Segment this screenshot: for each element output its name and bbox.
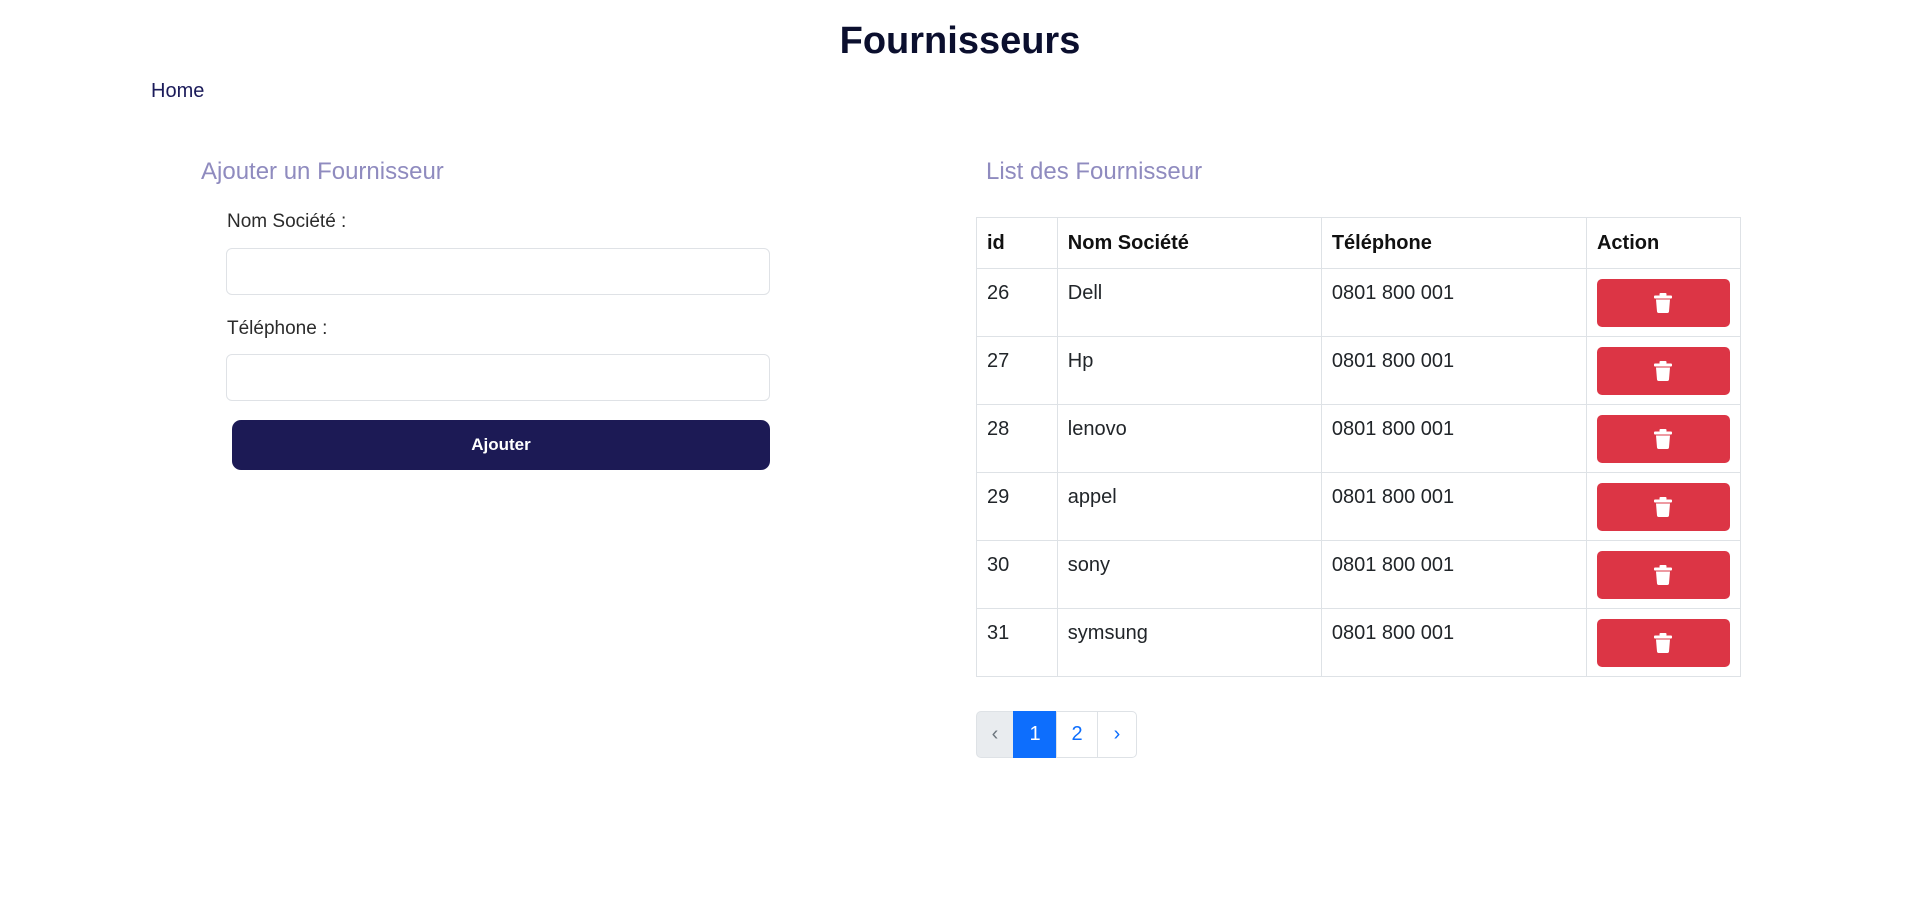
table-row: 29 appel 0801 800 001 — [976, 472, 1742, 541]
cell-phone: 0801 800 001 — [1320, 268, 1587, 337]
pagination-next[interactable]: › — [1097, 711, 1137, 758]
cell-id: 27 — [976, 336, 1058, 405]
pagination-page-1[interactable]: 1 — [1013, 711, 1057, 758]
cell-action — [1585, 540, 1742, 609]
table-row: 26 Dell 0801 800 001 — [976, 268, 1742, 337]
cell-id: 26 — [976, 268, 1058, 337]
cell-id: 30 — [976, 540, 1058, 609]
cell-action — [1585, 608, 1742, 677]
phone-label: Téléphone : — [227, 318, 328, 339]
trash-icon — [1654, 293, 1673, 313]
delete-button[interactable] — [1596, 415, 1730, 463]
cell-action — [1585, 472, 1742, 541]
table-header-row: id Nom Société Téléphone Action — [976, 217, 1742, 269]
column-header-phone: Téléphone — [1320, 217, 1587, 269]
page-title: Fournisseurs — [839, 20, 1081, 62]
pagination: ‹ 1 2 › — [976, 711, 1137, 758]
column-header-id: id — [976, 217, 1058, 269]
cell-id: 29 — [976, 472, 1058, 541]
trash-icon — [1654, 429, 1673, 449]
cell-phone: 0801 800 001 — [1320, 608, 1587, 677]
cell-company-name: Hp — [1056, 336, 1322, 405]
cell-id: 28 — [976, 404, 1058, 473]
table-row: 31 symsung 0801 800 001 — [976, 608, 1742, 677]
cell-phone: 0801 800 001 — [1320, 336, 1587, 405]
trash-icon — [1654, 633, 1673, 653]
phone-input[interactable] — [226, 354, 770, 401]
cell-company-name: symsung — [1056, 608, 1322, 677]
cell-phone: 0801 800 001 — [1320, 404, 1587, 473]
supplier-list-title: List des Fournisseur — [986, 158, 1203, 185]
home-link[interactable]: Home — [151, 80, 204, 103]
delete-button[interactable] — [1596, 483, 1730, 531]
add-supplier-title: Ajouter un Fournisseur — [201, 158, 444, 185]
cell-id: 31 — [976, 608, 1058, 677]
cell-company-name: appel — [1056, 472, 1322, 541]
cell-phone: 0801 800 001 — [1320, 540, 1587, 609]
delete-button[interactable] — [1596, 551, 1730, 599]
table-row: 30 sony 0801 800 001 — [976, 540, 1742, 609]
delete-button[interactable] — [1596, 347, 1730, 395]
trash-icon — [1654, 565, 1673, 585]
trash-icon — [1654, 497, 1673, 517]
company-name-input[interactable] — [226, 248, 770, 295]
column-header-action: Action — [1585, 217, 1742, 269]
company-name-label: Nom Société : — [227, 211, 347, 232]
cell-company-name: lenovo — [1056, 404, 1322, 473]
add-supplier-button[interactable]: Ajouter — [232, 420, 770, 470]
cell-action — [1585, 404, 1742, 473]
column-header-company-name: Nom Société — [1056, 217, 1322, 269]
delete-button[interactable] — [1596, 279, 1730, 327]
table-row: 27 Hp 0801 800 001 — [976, 336, 1742, 405]
cell-company-name: sony — [1056, 540, 1322, 609]
table-row: 28 lenovo 0801 800 001 — [976, 404, 1742, 473]
cell-action — [1585, 268, 1742, 337]
supplier-table: id Nom Société Téléphone Action 26 Dell 08… — [976, 217, 1742, 677]
trash-icon — [1654, 361, 1673, 381]
delete-button[interactable] — [1596, 619, 1730, 667]
cell-phone: 0801 800 001 — [1320, 472, 1587, 541]
pagination-page-2[interactable]: 2 — [1056, 711, 1098, 758]
cell-company-name: Dell — [1056, 268, 1322, 337]
cell-action — [1585, 336, 1742, 405]
pagination-previous[interactable]: ‹ — [976, 711, 1014, 758]
